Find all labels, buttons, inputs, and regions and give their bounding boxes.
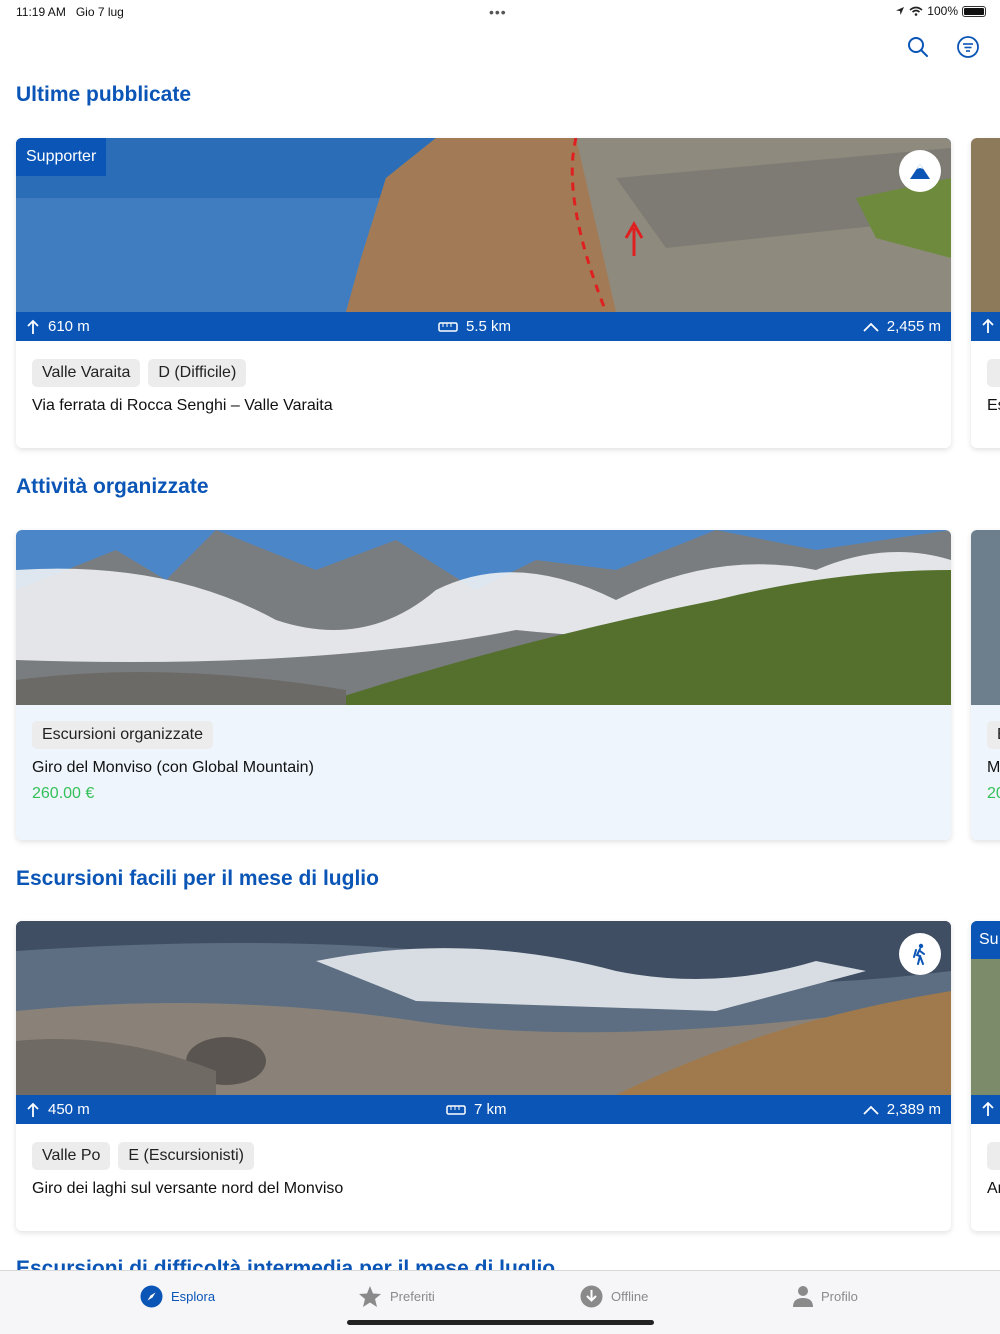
route-photo: Supporter <box>16 138 951 312</box>
wifi-icon <box>909 6 923 16</box>
arrow-up-icon <box>982 318 994 333</box>
mountain-category-icon <box>899 150 941 192</box>
section-title-organized: Attività organizzate <box>16 475 209 498</box>
route-photo <box>16 921 951 1095</box>
tag-category: E <box>987 721 1000 749</box>
status-time-date: 11:19 AM Gio 7 lug <box>16 5 124 19</box>
activity-info: Escursioni organizzate Giro del Monviso … <box>16 705 951 840</box>
route-title: Es <box>987 397 1000 414</box>
compass-icon <box>140 1285 163 1308</box>
tag-list <box>971 1124 1000 1170</box>
route-card-ferrata[interactable]: Supporter 610 m 5.5 km 2,455 m Valle Var… <box>16 138 951 448</box>
tag-area: Valle Varaita <box>32 359 141 387</box>
route-card-laghi[interactable]: 450 m 7 km 2,389 m Valle Po E (Escursion… <box>16 921 951 1231</box>
tag-difficulty: E (Escursionisti) <box>118 1142 254 1170</box>
section-title-easy: Escursioni facili per il mese di luglio <box>16 867 379 890</box>
top-actions <box>906 35 980 59</box>
activity-info: E M 20 <box>971 705 1000 840</box>
activity-price: 260.00 € <box>32 785 95 802</box>
activity-photo <box>16 530 951 705</box>
location-icon <box>896 7 905 15</box>
route-stats <box>971 1095 1000 1124</box>
distance-stat: 5.5 km <box>438 318 511 335</box>
tag-list <box>971 341 1000 387</box>
tag-area: Valle Po <box>32 1142 111 1170</box>
route-title: Giro dei laghi sul versante nord del Mon… <box>32 1180 344 1197</box>
arrow-up-icon <box>27 319 39 334</box>
hiking-category-icon <box>899 933 941 975</box>
route-card-peek-1[interactable]: Es <box>971 138 1000 448</box>
tab-esplora[interactable]: Esplora <box>140 1285 215 1308</box>
activity-photo <box>971 530 1000 705</box>
route-photo <box>971 138 1000 312</box>
ruler-icon <box>438 321 458 332</box>
peak-icon <box>863 322 879 332</box>
section-title-intermediate: Escursioni di difficoltà intermedia per … <box>16 1258 556 1270</box>
star-icon <box>359 1286 381 1307</box>
altitude-stat: 2,455 m <box>863 318 941 335</box>
ascent-stat: 450 m <box>26 1101 90 1118</box>
ascent-stat: 610 m <box>26 318 90 335</box>
filter-icon[interactable] <box>956 35 980 59</box>
route-title: Ar <box>987 1180 1000 1197</box>
tag-category: Escursioni organizzate <box>32 721 213 749</box>
supporter-badge: Su <box>971 921 1000 959</box>
tab-offline[interactable]: Offline <box>580 1285 648 1308</box>
tag-area <box>987 1142 1000 1170</box>
distance-stat: 7 km <box>446 1101 507 1118</box>
route-stats: 450 m 7 km 2,389 m <box>16 1095 951 1124</box>
status-right: 100% <box>895 4 986 18</box>
arrow-up-icon <box>27 1102 39 1117</box>
route-stats <box>971 312 1000 341</box>
activity-title: M <box>987 759 1000 776</box>
battery-icon <box>962 5 986 17</box>
activity-card-monviso[interactable]: Escursioni organizzate Giro del Monviso … <box>16 530 951 840</box>
tag-list: Escursioni organizzate <box>16 705 951 749</box>
battery-percent: 100% <box>927 4 958 18</box>
tag-list: Valle Po E (Escursionisti) <box>16 1124 951 1170</box>
status-bar: 11:19 AM Gio 7 lug ••• 100% <box>0 0 1000 24</box>
arrow-up-icon <box>982 1101 994 1116</box>
tab-preferiti[interactable]: Preferiti <box>358 1285 435 1308</box>
multitask-dots-icon[interactable]: ••• <box>489 4 507 20</box>
supporter-badge: Supporter <box>16 138 107 176</box>
tab-profilo[interactable]: Profilo <box>793 1285 858 1307</box>
search-icon[interactable] <box>906 35 930 59</box>
tag-list: E <box>971 705 1000 749</box>
download-icon <box>580 1285 603 1308</box>
activity-price: 20 <box>987 785 1000 802</box>
tag-list: Valle Varaita D (Difficile) <box>16 341 951 387</box>
activity-title: Giro del Monviso (con Global Mountain) <box>32 759 314 776</box>
person-icon <box>793 1286 813 1307</box>
route-stats: 610 m 5.5 km 2,455 m <box>16 312 951 341</box>
section-title-latest: Ultime pubblicate <box>16 83 192 106</box>
tag-difficulty: D (Difficile) <box>148 359 247 387</box>
route-photo: Su <box>971 921 1000 1095</box>
peak-icon <box>863 1105 879 1115</box>
home-indicator[interactable] <box>347 1320 654 1325</box>
activity-card-peek-2[interactable]: E M 20 <box>971 530 1000 840</box>
tag-area <box>987 359 1000 387</box>
altitude-stat: 2,389 m <box>863 1101 941 1118</box>
route-card-peek-3[interactable]: Su Ar <box>971 921 1000 1231</box>
route-title: Via ferrata di Rocca Senghi – Valle Vara… <box>32 397 333 414</box>
ruler-icon <box>446 1104 466 1115</box>
